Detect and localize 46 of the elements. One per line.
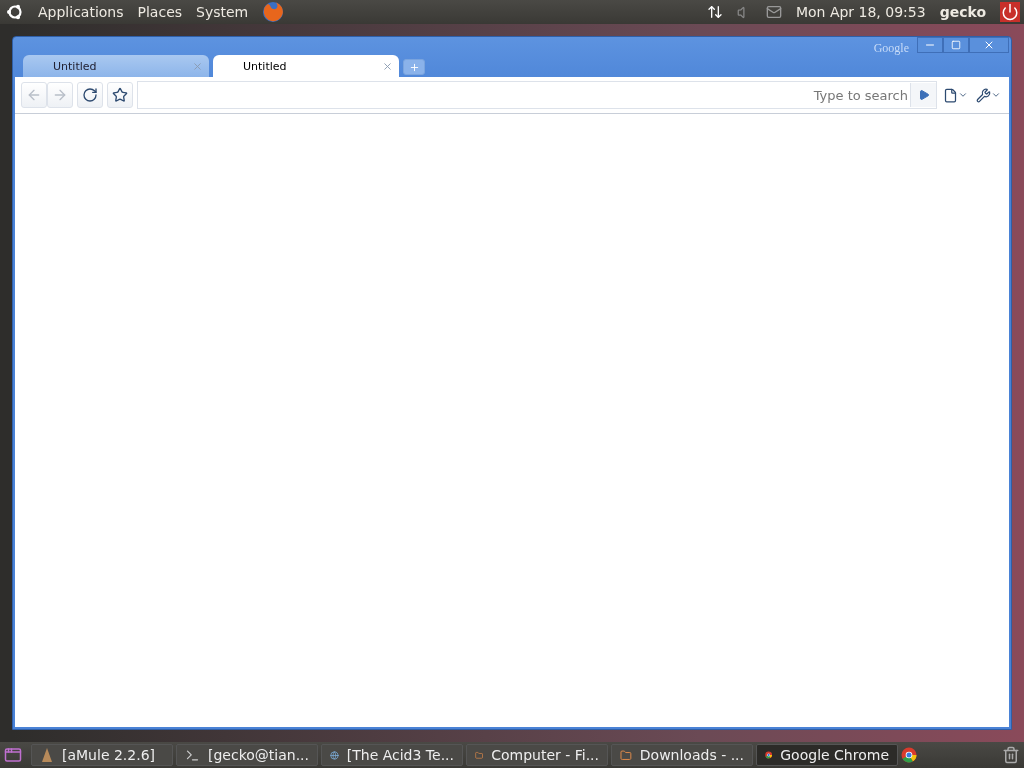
caret-icon	[991, 90, 1001, 100]
close-button[interactable]	[969, 37, 1009, 53]
caret-icon	[958, 90, 968, 100]
new-tab-button[interactable]	[403, 59, 425, 75]
bookmark-button[interactable]	[107, 82, 133, 108]
firefox-icon[interactable]	[262, 1, 285, 23]
terminal-icon	[185, 747, 200, 763]
folder-icon	[620, 747, 632, 763]
panel-menu[interactable]: Places	[137, 4, 183, 20]
star-icon	[112, 87, 128, 103]
forward-icon	[52, 87, 68, 103]
taskbar-button[interactable]: [gecko@tian...	[176, 744, 318, 766]
google-logo: Google	[873, 41, 909, 56]
play-icon	[917, 89, 930, 101]
close-tab-icon[interactable]	[382, 60, 393, 72]
trash-icon[interactable]	[1002, 746, 1020, 764]
maximize-button[interactable]	[943, 37, 969, 53]
minimize-button[interactable]	[917, 37, 943, 53]
back-icon	[26, 87, 42, 103]
browser-tab[interactable]: Untitled	[213, 55, 399, 77]
go-button[interactable]	[910, 83, 936, 107]
close-icon	[983, 39, 995, 51]
wrench-icon	[976, 87, 991, 103]
panel-menu[interactable]: Applications	[38, 4, 124, 20]
browser-tab[interactable]: Untitled	[23, 55, 209, 77]
user-name[interactable]: gecko	[939, 4, 986, 20]
maximize-icon	[951, 40, 961, 50]
panel-menu[interactable]: System	[196, 4, 249, 20]
reload-icon	[82, 87, 98, 103]
power-icon[interactable]	[1000, 2, 1020, 22]
chrome-icon	[901, 747, 917, 763]
taskbar-button[interactable]: Downloads - ...	[611, 744, 753, 766]
taskbar-button[interactable]: Computer - Fi...	[466, 744, 608, 766]
ubuntu-logo-icon	[6, 3, 24, 21]
reload-button[interactable]	[77, 82, 103, 108]
address-bar[interactable]: Type to search	[137, 81, 937, 109]
taskbar-button[interactable]: [aMule 2.2.6]	[31, 744, 173, 766]
cone-icon	[40, 747, 54, 763]
mail-icon[interactable]	[765, 4, 782, 20]
show-desktop-icon[interactable]	[4, 746, 22, 764]
taskbar-button[interactable]: Google Chrome	[756, 744, 898, 766]
taskbar-button[interactable]: [The Acid3 Te...	[321, 744, 463, 766]
network-icon[interactable]	[706, 4, 723, 20]
plus-icon	[408, 61, 420, 73]
page-icon	[943, 87, 958, 103]
clock[interactable]: Mon Apr 18, 09:53	[795, 4, 926, 20]
